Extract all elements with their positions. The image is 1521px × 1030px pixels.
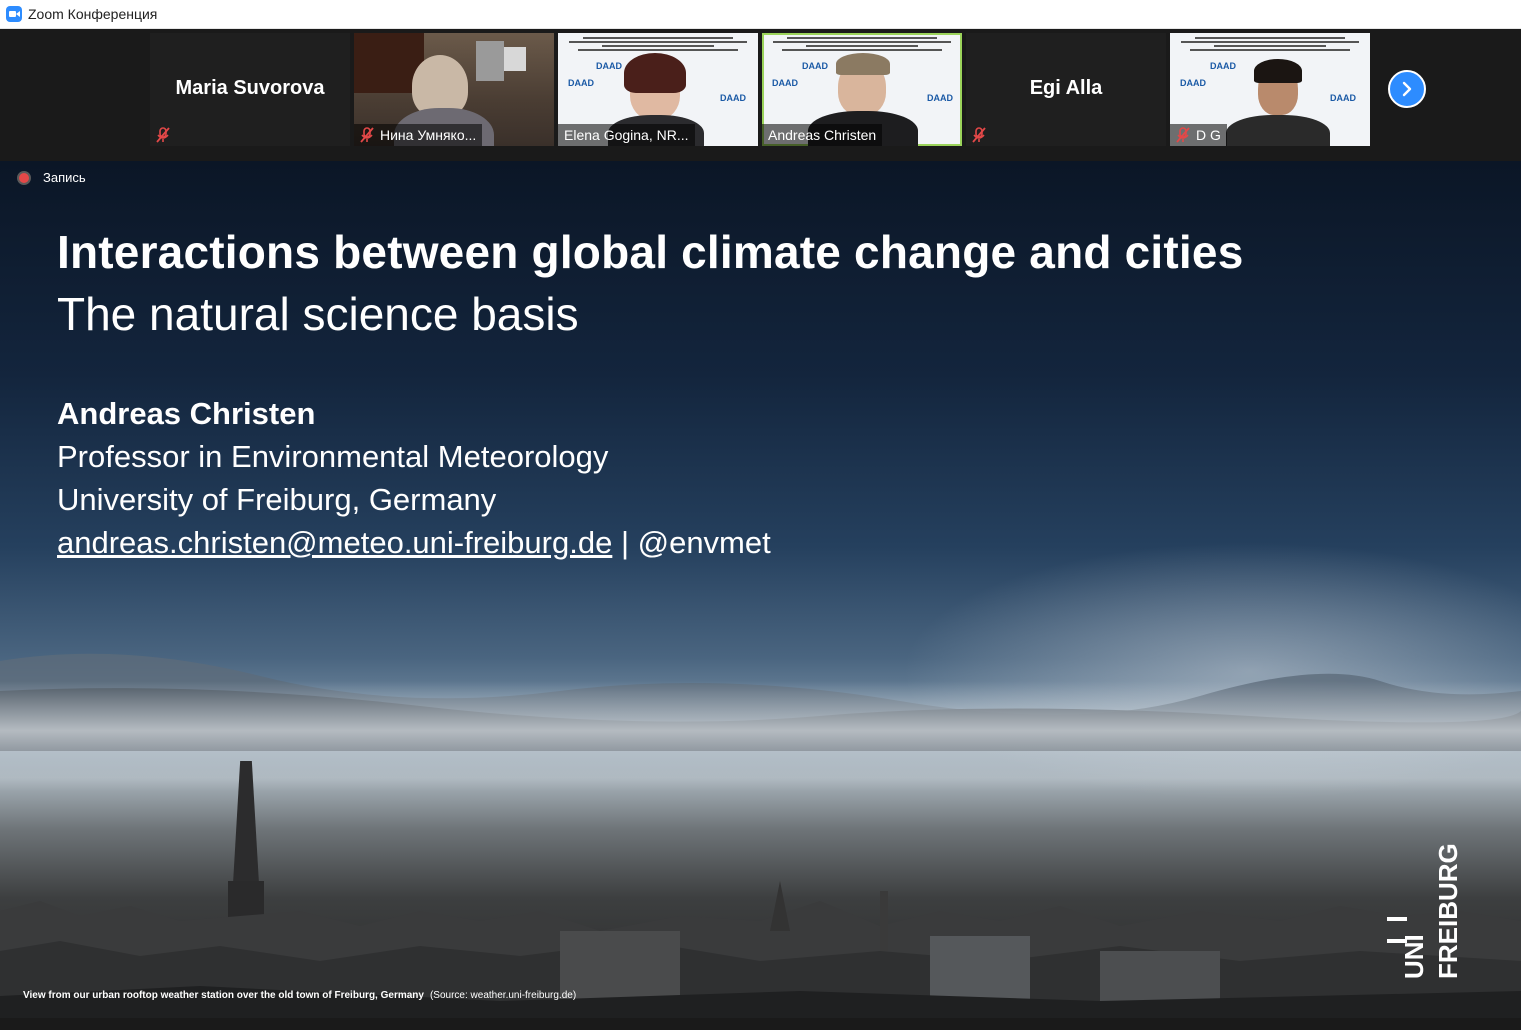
slide-handle: @envmet [637,525,771,560]
participant-strip: Maria Suvorova Нина Умняко... DAAD DAAD … [0,30,1521,161]
video-background: DAAD [772,78,798,88]
video-background: DAAD [927,93,953,103]
slide-title: Interactions between global climate chan… [57,226,1244,278]
participant-video [836,53,890,75]
participant-tile-active-speaker[interactable]: DAAD DAAD DAAD Andreas Christen [762,33,962,146]
slide-university: University of Freiburg, Germany [57,482,497,517]
participant-name: Egi Alla [1029,77,1103,99]
chevron-right-icon [1402,81,1412,97]
zoom-logo-icon [6,6,22,22]
recording-label: Запись [43,170,86,185]
participant-video [1226,115,1330,146]
shared-screen-slide: Запись Interactions between global clima… [0,161,1521,1018]
microphone-muted-icon [1176,127,1190,143]
slide-author-role: Professor in Environmental Meteorology [57,439,609,474]
slide-author: Andreas Christen [57,396,316,431]
video-background: DAAD [568,78,594,88]
microphone-muted-icon [156,127,170,143]
video-background: DAAD [1180,78,1206,88]
participant-video [624,53,686,93]
slide-caption: View from our urban rooftop weather stat… [23,990,576,1001]
slide-contact: andreas.christen@meteo.uni-freiburg.de |… [57,525,771,561]
microphone-muted-icon [360,127,374,143]
participant-tile[interactable]: Egi Alla [966,33,1166,146]
video-background [1176,35,1364,57]
participant-name: Maria Suvorova [175,77,325,99]
window-title: Zoom Конференция [28,6,158,22]
record-dot-icon [17,170,31,185]
microphone-muted-icon [972,127,986,143]
slide-caption-text: View from our urban rooftop weather stat… [23,990,424,1001]
next-participants-button[interactable] [1388,70,1426,108]
participant-tile[interactable]: DAAD DAAD DAAD D G [1170,33,1370,146]
slide-subtitle: The natural science basis [57,288,579,340]
video-background: DAAD [802,61,828,71]
video-background: DAAD [1210,61,1236,71]
participant-name: Elena Gogina, NR... [558,124,695,146]
slide-contact-separator: | [612,525,638,560]
slide-caption-source: (Source: weather.uni-freiburg.de) [429,990,577,1001]
participant-tile[interactable]: DAAD DAAD DAAD Elena Gogina, NR... [558,33,758,146]
participant-tile[interactable]: Maria Suvorova [150,33,350,146]
participant-video [1254,59,1302,83]
video-background [504,47,526,71]
slide-background-city [0,761,1521,1018]
video-background: DAAD [720,93,746,103]
participant-name: Andreas Christen [762,124,883,146]
logo-text-freiburg: FREIBURG [1433,843,1463,979]
slide-email-link[interactable]: andreas.christen@meteo.uni-freiburg.de [57,525,612,560]
logo-text-uni: UNI [1399,934,1429,979]
bottom-bar [0,1018,1521,1030]
participant-tile[interactable]: Нина Умняко... [354,33,554,146]
video-background: DAAD [596,61,622,71]
uni-freiburg-logo: UNI FREIBURG [1387,843,1463,979]
video-background: DAAD [1330,93,1356,103]
window-titlebar: Zoom Конференция [0,0,1521,29]
video-background [476,41,504,81]
recording-indicator[interactable]: Запись [17,170,86,185]
